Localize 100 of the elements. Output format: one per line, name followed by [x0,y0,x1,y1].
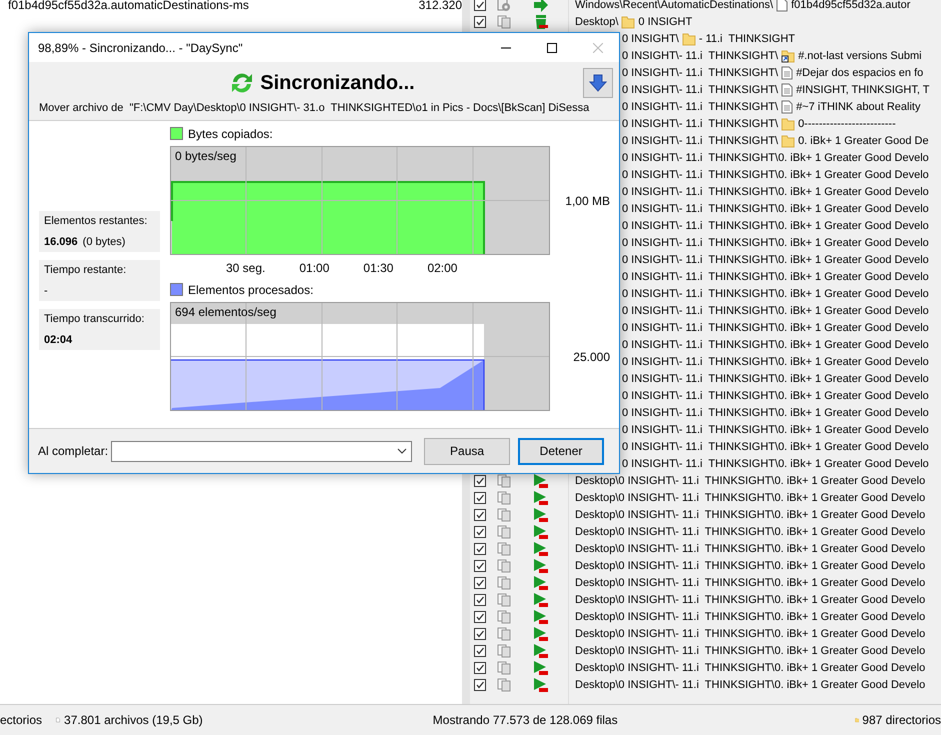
path-text: 0 INSIGHT\- 11.i THINKSIGHT\0. iBk+ 1 Greater Good Develo [622,220,929,232]
scale-label: 1,00 MB [564,194,610,208]
checkbox[interactable] [474,526,486,538]
stat-label: Tiempo restante: [44,264,128,276]
checkbox[interactable] [474,576,486,588]
down-arrow-icon [588,73,608,93]
details-button[interactable] [583,68,613,98]
path-text: 0 INSIGHT\- 11.i THINKSIGHT\ [622,84,778,96]
checkbox[interactable] [474,16,486,28]
completion-dropdown[interactable] [111,440,412,462]
item-name: #.not-last versions Submi [798,50,922,62]
folder-icon [621,14,636,28]
path-text: Desktop\0 INSIGHT\- 11.i THINKSIGHT\0. iBk+ 1 Greater Good Develo [575,492,926,504]
copy-icon [497,592,511,606]
stat-value: 16.096 [44,236,78,248]
stop-button[interactable]: Detener [518,438,604,464]
arrow-delete-icon [533,490,549,506]
scale-label: 25.000 [572,350,610,364]
status-text: 37.801 archivos (19,5 Gb) [64,713,203,727]
operation-text: Mover archivo de "F:\CMV Day\Desktop\0 INSIGHT\- 31.o THINKSIGHTED\o1 in Pics - Docs\[BkScan] DiSessa [39,102,590,114]
document-icon [781,66,794,80]
checkbox[interactable] [474,508,486,520]
checkbox[interactable] [474,610,486,622]
path-text: Desktop\0 INSIGHT\- 11.i THINKSIGHT\0. iBk+ 1 Greater Good Develo [575,508,926,520]
window-title: 98,89% - Sincronizando... - "DaySync" [38,40,244,54]
status-heading: Sincronizando... [260,72,415,94]
path-text: 0 INSIGHT\- 11.i THINKSIGHT\0. iBk+ 1 Greater Good Develo [622,390,929,402]
arrow-delete-icon [533,592,549,608]
copy-icon [497,508,511,522]
path-text: Desktop\0 INSIGHT\- 11.i THINKSIGHT\0. iBk+ 1 Greater Good Develo [575,526,926,538]
arrow-delete-icon [533,540,549,556]
path-text: 0 INSIGHT\- 11.i THINKSIGHT\0. iBk+ 1 Greater Good Develo [622,254,929,266]
stat-label: Elementos restantes: [44,215,148,227]
path-text: 0 INSIGHT\- 11.i THINKSIGHT\0. iBk+ 1 Greater Good Develo [622,440,929,452]
file-size: 312.320 [418,0,462,12]
rate-text: 694 elementos/seg [175,305,276,319]
path-text: 0 INSIGHT\ [622,32,679,44]
path-text: 0 INSIGHT\- 11.i THINKSIGHT\0. iBk+ 1 Greater Good Develo [622,372,929,384]
path-text: 0 INSIGHT\- 11.i THINKSIGHT\ [622,100,778,112]
time-label: 01:00 [299,261,330,275]
time-label: 30 seg. [226,261,266,275]
path-text: Desktop\0 INSIGHT\- 11.i THINKSIGHT\0. iBk+ 1 Greater Good Develo [575,644,926,656]
path-text: 0 INSIGHT\- 11.i THINKSIGHT\0. iBk+ 1 Greater Good Develo [622,236,929,248]
path-text: 0 INSIGHT\- 11.i THINKSIGHT\0. iBk+ 1 Greater Good Develo [622,152,929,164]
arrow-delete-icon [533,558,549,574]
copy-icon [497,490,511,504]
checkbox[interactable] [474,492,486,504]
checkbox[interactable] [474,662,486,674]
copy-icon [497,610,511,624]
arrow-delete-icon [533,574,549,590]
status-text: Mostrando 77.573 de 128.069 filas [432,713,618,727]
field-label: Al completar: [38,444,108,458]
path-text: 0 INSIGHT\- 11.i THINKSIGHT\0. iBk+ 1 Greater Good Develo [622,270,929,282]
path-text: 0 INSIGHT\- 11.i THINKSIGHT\0. iBk+ 1 Greater Good Develo [622,356,929,368]
checkbox[interactable] [474,678,486,690]
checkbox[interactable] [474,542,486,554]
path-text: 0 INSIGHT\- 11.i THINKSIGHT\0. iBk+ 1 Greater Good Develo [622,288,929,300]
status-text: 987 directorios [862,713,941,727]
item-name: #INSIGHT, THINKSIGHT, T [796,84,930,96]
path-text: 0 INSIGHT\- 11.i THINKSIGHT\0. iBk+ 1 Greater Good Develo [622,424,929,436]
path-text: 0 INSIGHT\- 11.i THINKSIGHT\ [622,134,778,146]
path-text: 0 INSIGHT\- 11.i THINKSIGHT\0. iBk+ 1 Greater Good Develo [622,322,929,334]
arrow-delete-icon [533,660,549,676]
copy-icon [497,678,511,692]
rate-text: 0 bytes/seg [175,149,236,163]
path-text: 0 INSIGHT\- 11.i THINKSIGHT\0. iBk+ 1 Greater Good Develo [622,458,929,470]
path-text: 0 INSIGHT\- 11.i THINKSIGHT\0. iBk+ 1 Greater Good Develo [622,202,929,214]
checkbox[interactable] [474,474,486,486]
path-text: 0 INSIGHT\- 11.i THINKSIGHT\0. iBk+ 1 Greater Good Develo [622,406,929,418]
document-icon [781,82,794,96]
arrow-delete-icon [533,676,549,692]
copy-icon [497,524,511,538]
copy-icon [497,14,511,28]
document-icon [781,100,794,114]
maximize-icon[interactable] [547,42,557,52]
arrow-delete-icon [533,506,549,522]
path-text: Desktop\0 INSIGHT\- 11.i THINKSIGHT\0. iBk+ 1 Greater Good Develo [575,610,926,622]
item-name: 0------------------------- [798,118,896,130]
item-name: 0 INSIGHT [638,16,692,28]
arrow-delete-icon [533,472,549,488]
checkbox[interactable] [474,644,486,656]
path-text: Desktop\0 INSIGHT\- 11.i THINKSIGHT\0. iBk+ 1 Greater Good Develo [575,662,926,674]
checkbox[interactable] [474,628,486,640]
path-text: 0 INSIGHT\- 11.i THINKSIGHT\0. iBk+ 1 Greater Good Develo [622,338,929,350]
checkbox[interactable] [474,560,486,572]
checkbox[interactable] [474,0,486,10]
copy-icon [497,576,511,590]
stat-label: Tiempo transcurrido: [44,313,146,325]
path-text: 0 INSIGHT\- 11.i THINKSIGHT\0. iBk+ 1 Greater Good Develo [622,304,929,316]
stat-detail: (0 bytes) [82,236,126,248]
path-text: 0 INSIGHT\- 11.i THINKSIGHT\ [622,118,778,130]
item-name: #~7 iTHINK about Reality [796,100,920,112]
folder-icon [781,134,796,148]
path-text: Desktop\0 INSIGHT\- 11.i THINKSIGHT\0. iBk+ 1 Greater Good Develo [575,576,926,588]
checkbox[interactable] [474,594,486,606]
item-name: 0. iBk+ 1 Greater Good De [798,134,929,146]
time-label: 02:00 [427,261,458,275]
legend-label: Elementos procesados: [188,282,314,296]
pause-button[interactable]: Pausa [424,438,510,464]
item-name: - 11.i THINKSIGHT [698,32,796,44]
